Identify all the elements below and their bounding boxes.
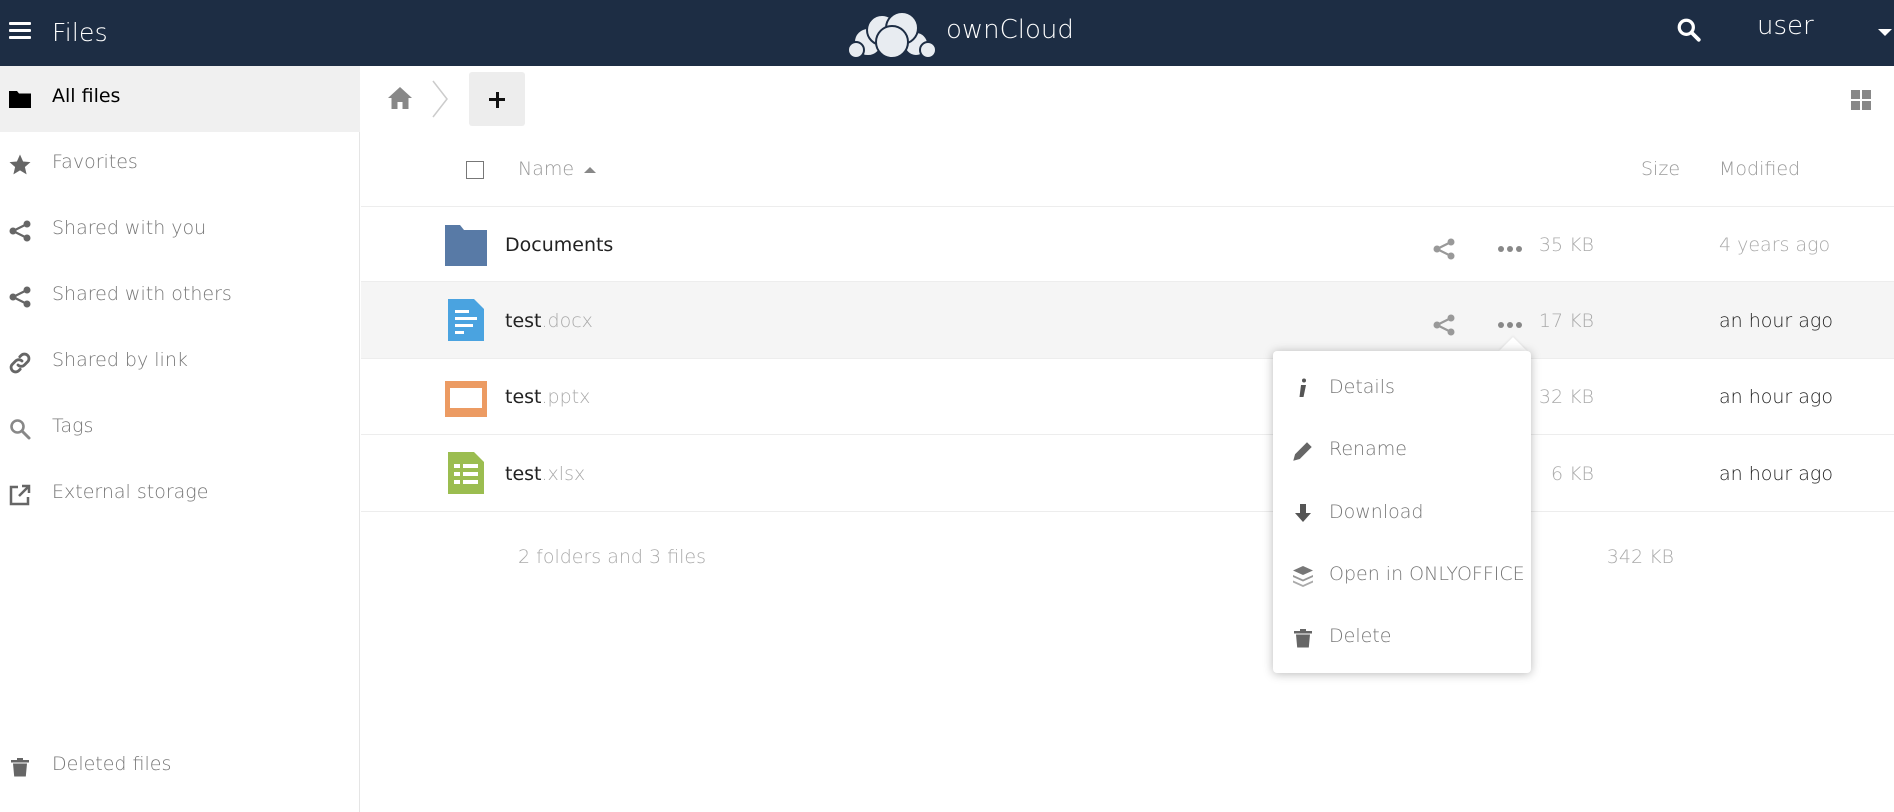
total-size-summary: 342 KB — [1606, 546, 1674, 568]
sidebar-item-label: Shared with you — [52, 217, 207, 239]
sidebar-item-label: Shared with others — [52, 283, 232, 305]
sidebar-item-label: All files — [52, 85, 121, 107]
top-header: Files ownCloud user — [0, 0, 1894, 66]
spreadsheet-icon — [448, 452, 484, 494]
select-all-checkbox[interactable] — [466, 161, 484, 179]
sidebar-item-label: Shared by link — [52, 349, 188, 371]
layers-icon — [1293, 566, 1313, 587]
column-header-modified[interactable]: Modified — [1719, 158, 1800, 180]
menu-item-label: Open in ONLYOFFICE — [1329, 563, 1525, 585]
menu-item-rename[interactable]: Rename — [1273, 419, 1531, 481]
table-row[interactable]: Documents 35 KB 4 years ago — [361, 207, 1894, 282]
menu-item-download[interactable]: Download — [1273, 482, 1531, 544]
file-size: 35 KB — [1538, 234, 1594, 256]
file-name[interactable]: test.docx — [505, 310, 593, 332]
file-actions-menu: Details Rename Download Open in ONLYOFFI… — [1273, 351, 1531, 673]
file-name[interactable]: Documents — [505, 234, 613, 256]
menu-item-open-onlyoffice[interactable]: Open in ONLYOFFICE — [1273, 544, 1531, 606]
sidebar: All files Favorites Shared with you Shar… — [0, 66, 360, 812]
column-header-name[interactable]: Name — [518, 158, 574, 180]
sort-ascending-icon[interactable] — [584, 167, 596, 173]
file-name[interactable]: test.pptx — [505, 386, 590, 408]
menu-item-label: Details — [1329, 376, 1395, 398]
sidebar-item-label: Favorites — [52, 151, 138, 173]
sidebar-item-label: Tags — [52, 415, 94, 437]
table-row[interactable]: test.pptx 32 KB an hour ago — [361, 359, 1894, 435]
home-icon[interactable] — [387, 86, 413, 110]
file-modified: 4 years ago — [1719, 234, 1831, 256]
sidebar-item-external-storage[interactable]: External storage — [0, 462, 360, 528]
menu-toggle-icon[interactable] — [9, 22, 31, 40]
breadcrumb-separator — [432, 80, 448, 118]
external-link-icon — [9, 484, 31, 506]
file-modified: an hour ago — [1719, 386, 1833, 408]
controls-bar — [361, 66, 1894, 132]
app-title[interactable]: Files — [52, 18, 108, 47]
document-icon — [448, 299, 484, 341]
owncloud-logo-icon[interactable] — [846, 6, 938, 60]
grid-view-icon[interactable] — [1851, 90, 1871, 110]
download-icon — [1295, 504, 1311, 522]
pencil-icon — [1293, 442, 1312, 461]
link-icon — [9, 352, 31, 374]
info-icon — [1299, 378, 1306, 397]
sidebar-item-favorites[interactable]: Favorites — [0, 132, 360, 198]
menu-item-details[interactable]: Details — [1273, 357, 1531, 419]
folder-icon — [9, 91, 31, 108]
sidebar-item-shared-with-others[interactable]: Shared with others — [0, 264, 360, 330]
share-icon — [9, 220, 31, 242]
menu-item-label: Rename — [1329, 438, 1407, 460]
chevron-down-icon[interactable] — [1878, 29, 1892, 36]
file-list-header: Name Size Modified — [361, 132, 1894, 207]
popover-arrow — [1499, 337, 1527, 351]
file-count-summary: 2 folders and 3 files — [518, 546, 706, 568]
file-modified: an hour ago — [1719, 463, 1833, 485]
user-menu[interactable]: user — [1757, 11, 1814, 41]
menu-item-label: Download — [1329, 501, 1424, 523]
sidebar-item-shared-with-you[interactable]: Shared with you — [0, 198, 360, 264]
brand-name: ownCloud — [946, 15, 1074, 45]
presentation-icon — [445, 381, 487, 417]
menu-item-delete[interactable]: Delete — [1273, 606, 1531, 668]
share-icon — [9, 286, 31, 308]
sidebar-item-tags[interactable]: Tags — [0, 396, 360, 462]
sidebar-item-deleted-files[interactable]: Deleted files — [0, 734, 360, 800]
sidebar-item-label: Deleted files — [52, 753, 172, 775]
column-header-size[interactable]: Size — [1641, 158, 1680, 180]
tag-search-icon — [10, 419, 31, 440]
new-file-button[interactable] — [469, 72, 525, 126]
folder-icon — [445, 225, 487, 266]
search-icon[interactable] — [1676, 17, 1702, 43]
file-modified: an hour ago — [1719, 310, 1833, 332]
trash-icon — [1294, 629, 1312, 648]
sidebar-item-shared-by-link[interactable]: Shared by link — [0, 330, 360, 396]
sidebar-item-label: External storage — [52, 481, 209, 503]
menu-item-label: Delete — [1329, 625, 1392, 647]
trash-icon — [11, 758, 29, 777]
sidebar-item-all-files[interactable]: All files — [0, 66, 360, 132]
share-icon[interactable] — [1432, 313, 1456, 337]
table-row[interactable]: test.xlsx 6 KB an hour ago — [361, 435, 1894, 512]
star-icon — [9, 154, 31, 175]
file-name[interactable]: test.xlsx — [505, 463, 585, 485]
table-row[interactable]: test.docx 17 KB an hour ago — [361, 282, 1894, 359]
share-icon[interactable] — [1432, 237, 1456, 261]
file-size: 17 KB — [1538, 310, 1594, 332]
